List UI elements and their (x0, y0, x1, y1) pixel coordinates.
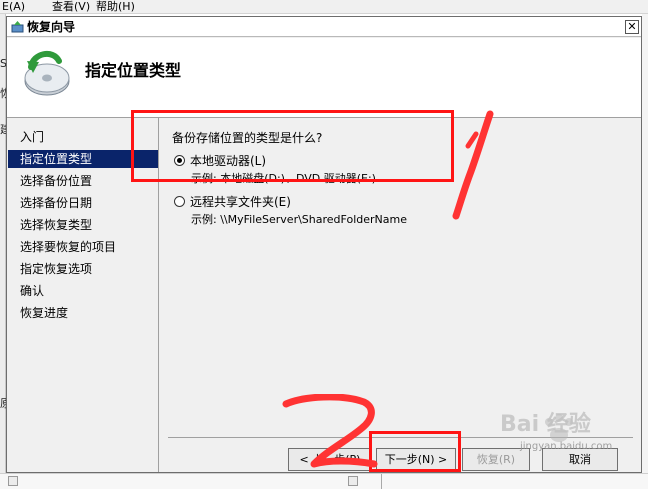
title-bar[interactable]: 恢复向导 ✕ (7, 17, 641, 37)
remote-share-example: 示例: \\MyFileServer\SharedFolderName (191, 213, 407, 226)
bg-menu-help[interactable]: 帮助(H) (96, 1, 135, 13)
recovery-disc-icon (24, 50, 70, 96)
nav-step-recovery-progress[interactable]: 恢复进度 (8, 304, 158, 322)
watermark-url: jingyan.baidu.com (520, 441, 613, 452)
bg-menu-view[interactable]: 查看(V) (52, 1, 90, 13)
highlight-box-next-button (369, 431, 461, 472)
radio-button[interactable] (174, 196, 185, 207)
bg-scroll-cell (348, 476, 358, 486)
close-button[interactable]: ✕ (625, 20, 639, 34)
nav-step-confirmation[interactable]: 确认 (8, 282, 158, 300)
nav-step-recovery-options[interactable]: 指定恢复选项 (8, 260, 158, 278)
nav-step-backup-date[interactable]: 选择备份日期 (8, 194, 158, 212)
bg-divider (381, 474, 382, 489)
watermark-brand: Bai 经验 (500, 412, 591, 437)
nav-step-items-to-recover[interactable]: 选择要恢复的项目 (8, 238, 158, 256)
remote-share-option[interactable]: 远程共享文件夹(E) (174, 195, 291, 209)
window-title: 恢复向导 (27, 20, 76, 34)
bg-scroll-cell (8, 476, 18, 486)
background-bottom-bar (0, 473, 648, 489)
background-right-strip (642, 14, 648, 489)
highlight-box-location-options (131, 110, 454, 182)
page-title: 指定位置类型 (85, 61, 182, 80)
recovery-wizard-window: 恢复向导 ✕ 指定位置类型 入门 指定位置类型 选择备份位置 选择备份日期 选择… (6, 16, 642, 473)
bg-menu-edit[interactable]: E(A) (2, 1, 25, 13)
remote-share-label[interactable]: 远程共享文件夹(E) (190, 195, 291, 209)
backup-app-icon (11, 21, 24, 33)
back-button[interactable]: < 上一步(P) (288, 448, 372, 471)
wizard-header: 指定位置类型 (7, 38, 641, 118)
background-menubar: E(A) 查看(V) 帮助(H) (0, 0, 648, 14)
nav-step-recovery-type[interactable]: 选择恢复类型 (8, 216, 158, 234)
